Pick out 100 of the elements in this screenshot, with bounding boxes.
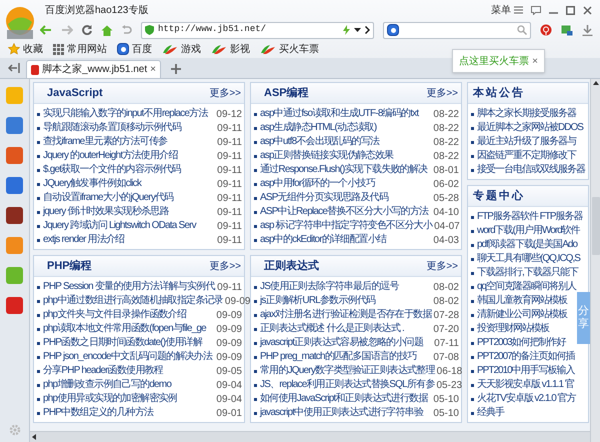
- article-link[interactable]: 火花TV安卓版 v2.1.0 官方: [471, 393, 576, 405]
- article-link[interactable]: JS使用正则去除字符串最后的逗号: [254, 281, 399, 293]
- more-link[interactable]: 更多>>: [209, 258, 241, 274]
- article-link[interactable]: PPT2010中用手写板输入: [471, 365, 575, 377]
- article-link[interactable]: ASP中让Replace替换不区分大小写的方法: [254, 206, 428, 218]
- article-link[interactable]: javascript正则表达式容易被忽略的小问题: [254, 337, 424, 349]
- article-link[interactable]: extjs render 用法介绍: [37, 234, 124, 246]
- article-link[interactable]: php读取本地文件常用函数(fopen与file_ge: [37, 323, 206, 335]
- article-link[interactable]: 最近主站升级了服务器与: [471, 136, 576, 148]
- article-link[interactable]: JS、replace利用正则表达式替换SQL所有参: [254, 379, 434, 391]
- back-icon[interactable]: [40, 25, 52, 35]
- article-link[interactable]: PHP preg_match的匹配多国语言的技巧: [254, 351, 417, 363]
- article-link[interactable]: php增删改查示例自己写的demo: [37, 379, 172, 391]
- article-link[interactable]: 天天影视安卓版 v1.1.1 官: [471, 379, 574, 391]
- caret-icon[interactable]: [354, 28, 361, 32]
- article-link[interactable]: 脚本之家长期接受服务器: [471, 108, 576, 120]
- article-link[interactable]: PPT2003如何把制作好: [471, 337, 566, 349]
- article-link[interactable]: 分享PHP header函数使用教程: [37, 365, 163, 377]
- bookmark-button[interactable]: 买火车票: [260, 42, 319, 56]
- article-link[interactable]: pdf阅读器下载(是美国Ado: [471, 239, 578, 251]
- home-icon[interactable]: [101, 24, 113, 36]
- article-link[interactable]: Jquery 跨域访问 Lightswitch OData Serv: [37, 220, 196, 232]
- bookmark-button[interactable]: 收藏: [8, 42, 43, 56]
- article-link[interactable]: 经典手: [471, 407, 504, 419]
- close-icon[interactable]: [583, 6, 592, 14]
- popup-close-button[interactable]: ×: [532, 54, 538, 68]
- menu-button[interactable]: 菜单: [491, 2, 523, 18]
- article-link[interactable]: ASP无组件分页实现思路及代码: [254, 192, 388, 204]
- more-link[interactable]: 更多>>: [209, 86, 241, 100]
- article-date: 09-11: [217, 220, 242, 234]
- article-link[interactable]: jquery 倒计时效果实现秒杀思路: [37, 206, 169, 218]
- article-link[interactable]: PHP中数组定义的几种方法: [37, 407, 154, 419]
- article-link[interactable]: 实现只能输入数字的input不用replace方法: [37, 108, 208, 120]
- article-link[interactable]: 导航跟随滚动条置顶移动示例代码: [37, 122, 182, 134]
- article-link[interactable]: PPT2007的备注页如何插: [471, 351, 575, 363]
- undo-icon[interactable]: [122, 25, 132, 35]
- article-link[interactable]: Jquery 的outerHeight方法使用介绍: [37, 150, 178, 162]
- scroll-left-icon[interactable]: [32, 434, 36, 440]
- chat-icon[interactable]: [531, 6, 541, 14]
- bullet-icon: [254, 412, 257, 414]
- article-link[interactable]: 查找iframe里元素的方法可传参: [37, 136, 168, 148]
- article-link[interactable]: qq空间克隆器瞬间将别人: [471, 281, 576, 293]
- scrollbar-thumb[interactable]: [592, 197, 600, 255]
- article-link[interactable]: 因盗链严重不定期修改下: [471, 150, 576, 162]
- article-link[interactable]: $.get获取一个文件的内容示例代码: [37, 164, 181, 176]
- address-bar[interactable]: http://www.jb51.net/: [141, 22, 374, 38]
- screenshot-icon[interactable]: [561, 24, 573, 36]
- bookmark-button[interactable]: 常用网站: [53, 42, 107, 56]
- article-link[interactable]: ajax对注册名进行验证检测是否存在于数据: [254, 309, 432, 321]
- article-link[interactable]: 韩国儿童教育网站模板: [471, 295, 567, 307]
- article-link[interactable]: 聊天工具有哪些(QQ,ICQ,S: [471, 253, 580, 265]
- article-link[interactable]: 接受一台电信或双线服务器: [471, 164, 585, 176]
- more-link[interactable]: 更多>>: [426, 86, 458, 100]
- bookmark-button[interactable]: 影视: [211, 42, 250, 56]
- article-link[interactable]: php文件夹与文件目录操作函数介绍: [37, 309, 186, 321]
- article-link[interactable]: PHP json_encode中文乱码问题的解决办法: [37, 351, 212, 363]
- article-link[interactable]: php使用异或实现的加密解密实例: [37, 393, 177, 405]
- article-link[interactable]: 自动设置iframe大小的jQuery代码: [37, 192, 174, 204]
- panel-title: ASP编程: [263, 86, 309, 101]
- article-link[interactable]: PHP函数之日期时间函数date()使用详解: [37, 337, 202, 349]
- article-link[interactable]: asp生成静态HTML(动态读取): [254, 122, 376, 134]
- article-link[interactable]: javascript中使用正则表达式进行字符串验: [254, 407, 424, 419]
- vertical-scrollbar[interactable]: [590, 79, 600, 442]
- tab-close-button[interactable]: ×: [150, 62, 156, 77]
- article-link[interactable]: 通过Response.Flush()实现下载失败的解决: [254, 164, 428, 176]
- article-link[interactable]: 常用的JQuery数字类型验证正则表达式整理: [254, 365, 435, 377]
- bullet-icon: [254, 356, 257, 358]
- article-link[interactable]: asp中的ckEditor的详细配置小结: [254, 234, 386, 246]
- article-link[interactable]: 清新健业公司网站模板: [471, 309, 567, 321]
- article-link[interactable]: word下载(用户用Word软件: [471, 225, 580, 237]
- article-link[interactable]: 最近脚本之家网站被DDOS: [471, 122, 583, 134]
- article-link[interactable]: asp中用for循环的一个小技巧: [254, 178, 375, 190]
- browser-tab[interactable]: 脚本之家_www.jb51.net ×: [26, 60, 161, 78]
- maximize-icon[interactable]: [566, 6, 575, 14]
- new-tab-icon[interactable]: [171, 64, 181, 74]
- bookmark-button[interactable]: 游戏: [162, 42, 201, 56]
- article-link[interactable]: 下载器排行,下载器只能下: [471, 267, 578, 279]
- article-link[interactable]: JQuery触发事件例如click: [37, 178, 142, 190]
- article-link[interactable]: 正则表达式概述 什么是正则表达式 .: [254, 323, 404, 335]
- forward-icon[interactable]: [61, 25, 73, 35]
- search-icon[interactable]: [517, 25, 527, 35]
- more-link[interactable]: 更多>>: [426, 258, 458, 274]
- article-link[interactable]: asp 标记字符串中指定字符变色不区分大小: [254, 220, 432, 232]
- article-link[interactable]: php中通过数组进行高效随机抽取指定条记录: [37, 295, 223, 307]
- bookmark-button[interactable]: 百度: [117, 42, 152, 56]
- refresh-icon[interactable]: [82, 25, 92, 35]
- horizontal-scrollbar[interactable]: [30, 431, 590, 442]
- scroll-up-icon[interactable]: [592, 81, 598, 85]
- article-link[interactable]: asp正则替换链接实现伪静态效果: [254, 150, 394, 162]
- article-link[interactable]: 如何使用JavaScript和正则表达式进行数据: [254, 393, 428, 405]
- article-link[interactable]: PHP Session 变量的使用方法详解与实例代: [37, 281, 215, 293]
- article-link[interactable]: js正则解析URL参数示例代码: [254, 295, 376, 307]
- article-link[interactable]: FTP服务器软件 FTP服务器: [471, 211, 583, 223]
- article-link[interactable]: 投资理财网站模板: [471, 323, 549, 335]
- article-link[interactable]: asp中utf8不会出现乱码的写法: [254, 136, 380, 148]
- download-icon[interactable]: [582, 24, 593, 36]
- popup-text[interactable]: 点这里买火车票: [459, 54, 529, 68]
- search-field[interactable]: [383, 22, 531, 38]
- article-link[interactable]: asp中通过fso读取和生成UTF-8编码的txt: [254, 108, 418, 120]
- collapse-icon[interactable]: [8, 63, 20, 73]
